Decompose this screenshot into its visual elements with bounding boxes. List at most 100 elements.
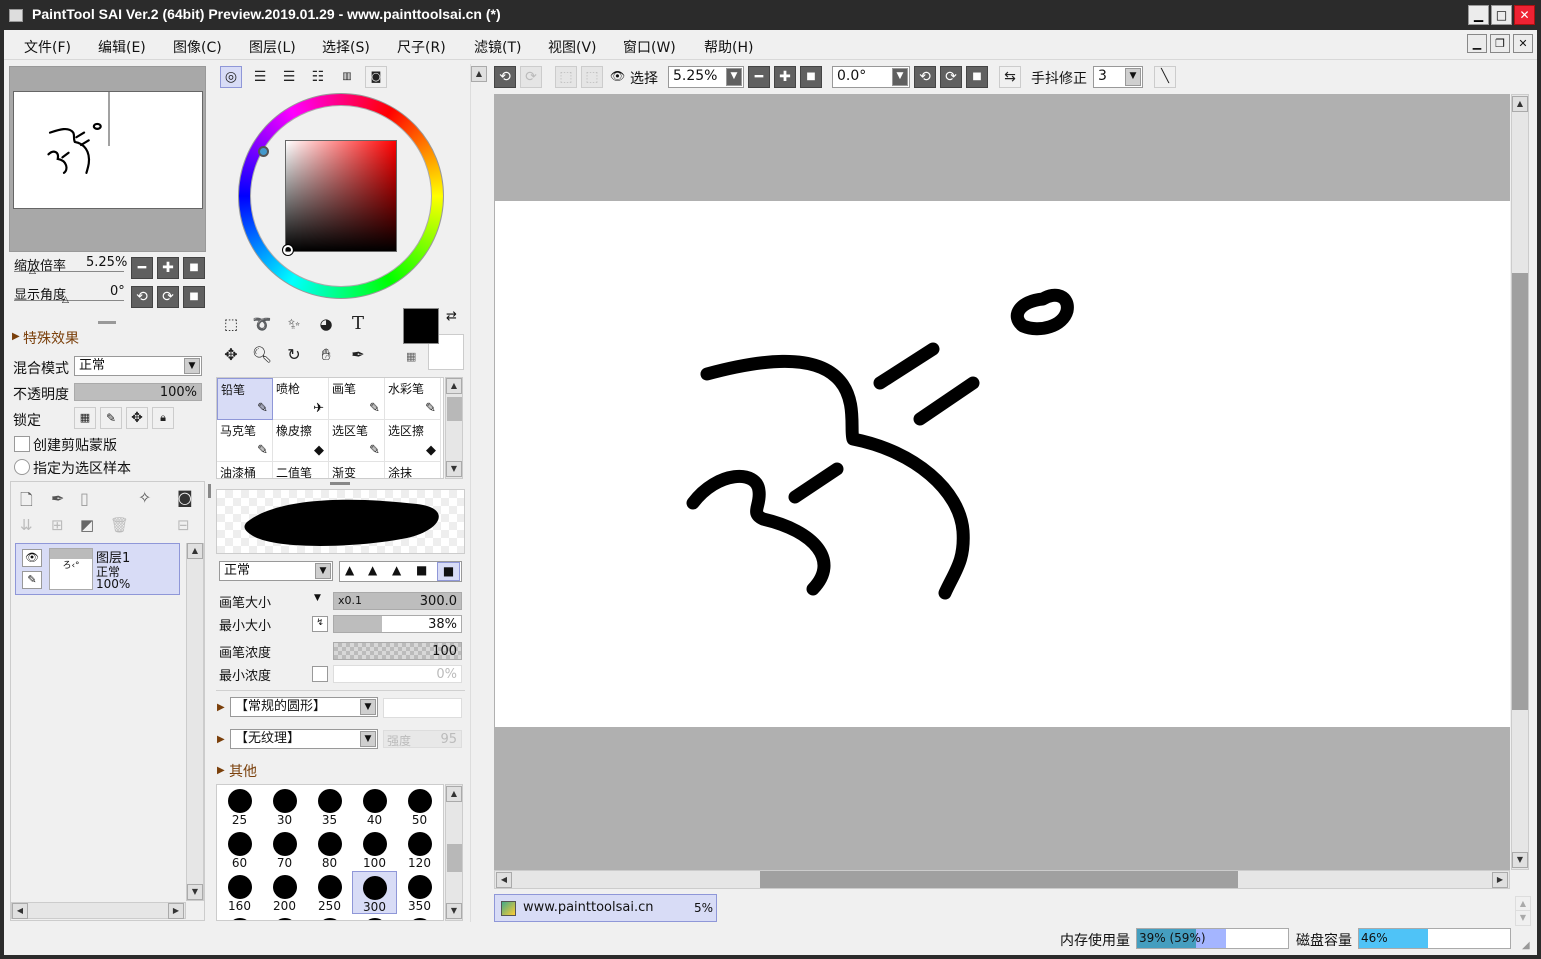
delete-layer-icon[interactable]: 🗑︎: [110, 516, 129, 534]
brush-size-preset-250[interactable]: 250: [307, 871, 352, 914]
scroll-left-icon[interactable]: ◀: [496, 872, 512, 888]
redo-button[interactable]: ⟳: [520, 66, 542, 88]
lock-move-icon[interactable]: ✥: [126, 407, 148, 429]
brush-size-preset-50[interactable]: 50: [397, 785, 442, 828]
scroll-down-icon[interactable]: ▼: [446, 461, 462, 477]
apply-mask-icon[interactable]: ⊟: [177, 516, 190, 534]
brush-size-preset-40[interactable]: 40: [352, 785, 397, 828]
brush-size-preset-300[interactable]: 300: [352, 871, 397, 914]
zoom-tool-icon[interactable]: 🔍︎: [249, 342, 275, 368]
canvas-vscroll-thumb[interactable]: [1512, 273, 1528, 710]
color-marker[interactable]: [282, 244, 294, 256]
text-tool-icon[interactable]: T: [345, 311, 371, 337]
brush-size-preset-25[interactable]: 25: [217, 785, 262, 828]
zoom-reset-button[interactable]: ■: [183, 257, 205, 279]
brush-slot-5[interactable]: 橡皮擦 ◆: [273, 420, 329, 462]
new-folder-icon[interactable]: ▯: [80, 489, 89, 508]
menu-select[interactable]: 选择(S): [322, 37, 370, 57]
stabilizer-select[interactable]: 3 ▼: [1093, 66, 1143, 88]
scroll-up-icon[interactable]: ▲: [1512, 96, 1528, 112]
resize-grip-icon[interactable]: ◢: [1522, 940, 1530, 951]
opacity-slider[interactable]: 100%: [74, 383, 202, 401]
zoom-out-button[interactable]: ━: [131, 257, 153, 279]
layer-list-hscrollbar[interactable]: [11, 902, 186, 919]
canvas-zoom-reset-button[interactable]: ■: [800, 66, 822, 88]
canvas-rotate-reset-button[interactable]: ■: [966, 66, 988, 88]
brush-size-preset-hidden[interactable]: [307, 914, 352, 920]
canvas-viewport[interactable]: [494, 94, 1510, 870]
collapse-up-icon[interactable]: ▲: [471, 66, 487, 82]
menu-image[interactable]: 图像(C): [173, 37, 222, 57]
lasso-icon[interactable]: ➰: [249, 311, 275, 337]
panel-splitter-handle[interactable]: [98, 321, 116, 324]
flip-horizontal-button[interactable]: ⇆: [999, 66, 1021, 88]
effects-expand-icon[interactable]: ▶: [12, 331, 20, 342]
clip-checkbox[interactable]: [14, 436, 30, 452]
panel-collapse-strip[interactable]: [470, 64, 488, 922]
shape-icon[interactable]: ◕: [313, 311, 339, 337]
navigator-panel[interactable]: [9, 66, 206, 252]
min-density-slider[interactable]: 0%: [333, 665, 462, 683]
angle-slider-handle[interactable]: △: [62, 295, 69, 305]
eyedropper-icon[interactable]: ✒: [345, 342, 371, 368]
edge-hardness-2-icon[interactable]: ▲: [368, 563, 377, 577]
transparent-color-icon[interactable]: ▦: [406, 350, 416, 363]
menu-file[interactable]: 文件(F): [24, 37, 71, 57]
scroll-up-icon[interactable]: ▲: [446, 378, 462, 394]
brush-size-preset-120[interactable]: 120: [397, 828, 442, 871]
angle-slider-track[interactable]: [14, 300, 124, 301]
new-layer-icon[interactable]: 🗋︎: [20, 489, 33, 516]
doc-restore-button[interactable]: ❐: [1490, 34, 1510, 53]
scroll-down-icon[interactable]: ▼: [1512, 852, 1528, 868]
menu-ruler[interactable]: 尺子(R): [397, 37, 446, 57]
pressure-size-icon[interactable]: ↯: [312, 616, 328, 632]
angle-value[interactable]: 0°: [110, 284, 125, 299]
zoom-value[interactable]: 5.25%: [86, 255, 127, 270]
color-wheel-tab-icon[interactable]: ◎: [220, 66, 242, 88]
sample-radio[interactable]: [14, 459, 30, 475]
lock-all-icon[interactable]: 🔒︎: [152, 407, 174, 429]
scroll-right-icon[interactable]: ▶: [168, 903, 184, 919]
palette-tab-icon[interactable]: ☷: [307, 66, 329, 88]
texture-strength-slider[interactable]: 强度 95: [383, 730, 462, 748]
layer-row[interactable]: 👁︎ ✎ ろ‹° 图层1 正常 100%: [15, 543, 180, 595]
brush-texture-select[interactable]: 【无纹理】 ▼: [230, 729, 378, 749]
brush-slot-0[interactable]: 铅笔 ✎: [217, 378, 273, 420]
brush-slot-9[interactable]: 二值笔: [273, 462, 329, 478]
brush-size-preset-200[interactable]: 200: [262, 871, 307, 914]
tab-scroll-down-icon[interactable]: ▼: [1515, 910, 1531, 926]
brush-size-preset-30[interactable]: 30: [262, 785, 307, 828]
scratchpad-tab-icon[interactable]: ◙: [365, 66, 387, 88]
scroll-up-icon[interactable]: ▲: [446, 786, 462, 802]
brush-size-preset-hidden[interactable]: [262, 914, 307, 920]
other-expand-icon[interactable]: ▶: [217, 765, 225, 776]
hsv-slider-tab-icon[interactable]: ☰: [278, 66, 300, 88]
brush-slot-6[interactable]: 选区笔 ✎: [329, 420, 385, 462]
document-tab[interactable]: www.painttoolsai.cn 5%: [494, 894, 717, 922]
rotate-left-button[interactable]: ⟲: [131, 286, 153, 308]
pressure-density-checkbox[interactable]: [312, 666, 328, 682]
brush-slot-7[interactable]: 选区擦 ◆: [385, 420, 441, 462]
zoom-slider-handle[interactable]: △: [29, 266, 36, 276]
scroll-thumb[interactable]: [447, 397, 462, 421]
edge-hardness-4-icon[interactable]: ■: [416, 563, 427, 577]
brush-shape-select[interactable]: 【常规的圆形】 ▼: [230, 697, 378, 717]
texture-expand-icon[interactable]: ▶: [217, 734, 225, 745]
size-mult-dropdown-icon[interactable]: ▼: [314, 593, 321, 603]
scroll-down-icon[interactable]: ▼: [446, 903, 462, 919]
swatches-tab-icon[interactable]: ▥: [336, 66, 358, 88]
brush-size-preset-hidden[interactable]: [352, 914, 397, 920]
selection-visibility-icon[interactable]: 👁︎: [610, 69, 625, 83]
brush-size-preset-160[interactable]: 160: [217, 871, 262, 914]
brush-size-preset-60[interactable]: 60: [217, 828, 262, 871]
brush-size-preset-80[interactable]: 80: [307, 828, 352, 871]
other-label[interactable]: 其他: [229, 761, 257, 781]
brush-slot-11[interactable]: 涂抹: [385, 462, 441, 478]
scroll-left-icon[interactable]: ◀: [12, 903, 28, 919]
brush-size-preset-35[interactable]: 35: [307, 785, 352, 828]
hue-marker[interactable]: [258, 146, 269, 157]
rgb-slider-tab-icon[interactable]: ☰: [249, 66, 271, 88]
menu-layer[interactable]: 图层(L): [249, 37, 296, 57]
saturation-value-square[interactable]: [285, 140, 397, 252]
menu-filter[interactable]: 滤镜(T): [474, 37, 521, 57]
